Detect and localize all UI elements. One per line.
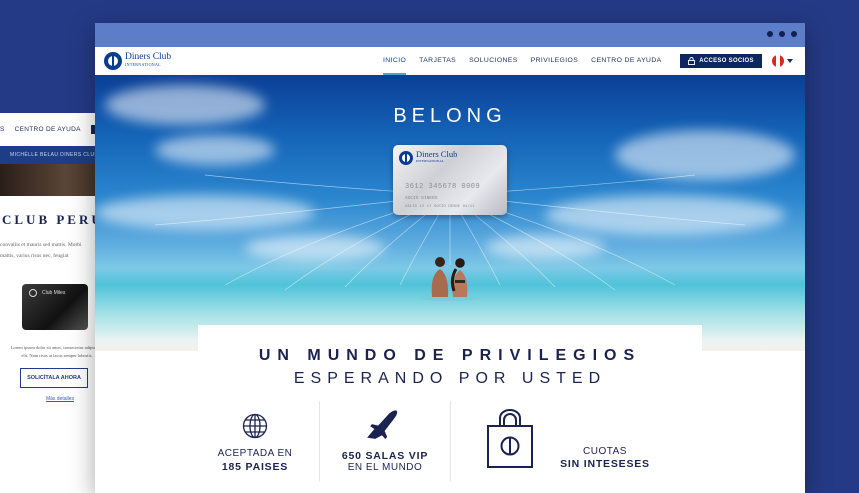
card-holder: SOCIO DINERS <box>405 196 438 201</box>
feature-bag <box>480 399 540 474</box>
back-navbar: S CENTRO DE AYUDA <box>0 113 110 146</box>
logo-line1: Diners Club <box>125 52 172 62</box>
back-hero-image <box>0 164 110 196</box>
back-body-text: convallis et mauris sed mattis. Morbi ma… <box>0 228 110 262</box>
feature-cuotas: CUOTAS SIN INTESESES <box>550 399 660 470</box>
back-nav-item-centro-de-ayuda[interactable]: CENTRO DE AYUDA <box>15 126 81 133</box>
diners-logo-icon <box>104 52 122 70</box>
back-nav-item[interactable]: S <box>0 126 5 133</box>
feature-divider <box>450 401 451 481</box>
club-miles-card-image: Club Miles <box>22 284 88 330</box>
back-text-line: mattis, varius risus nec, feugiat <box>0 253 69 259</box>
feature-line1: ACEPTADA EN <box>217 448 293 459</box>
globe-icon <box>242 413 268 439</box>
features-row: ACEPTADA EN 185 PAISES 650 SALAS VIP EN … <box>95 399 805 493</box>
solicitala-ahora-button[interactable]: SOLICÍTALA AHORA <box>20 368 88 388</box>
shopping-bag-icon <box>487 409 533 468</box>
diners-card-image: Diners Club INTERNATIONAL 3612 345678 00… <box>393 145 507 215</box>
peru-flag-icon[interactable] <box>772 55 784 67</box>
back-description: Lorem ipsum dolor sit amet, consectetur … <box>10 345 104 358</box>
tagline-panel: UN MUNDO DE PRIVILEGIOS ESPERANDO POR US… <box>198 325 702 405</box>
window-controls <box>767 31 797 37</box>
logo-wordmark: Diners Club INTERNATIONAL <box>125 52 172 69</box>
feature-aceptada: ACEPTADA EN 185 PAISES <box>205 399 305 473</box>
window-dot-icon[interactable] <box>779 31 785 37</box>
main-menu: INICIO TARJETAS SOLUCIONES PRIVILEGIOS C… <box>383 47 675 75</box>
menu-item-inicio[interactable]: INICIO <box>383 47 407 75</box>
background-browser-window: S CENTRO DE AYUDA MICHÈLLE BELAU DINERS … <box>0 113 110 493</box>
card-valid: VALID 12 17 SOCIO DESDE 01/11 <box>405 205 475 209</box>
feature-line1: 650 SALAS VIP <box>341 450 429 462</box>
diners-logo-icon <box>29 289 37 297</box>
airplane-icon <box>367 410 398 440</box>
chevron-down-icon[interactable] <box>787 59 793 63</box>
menu-item-privilegios[interactable]: PRIVILEGIOS <box>531 47 578 75</box>
site-navbar: Diners Club INTERNATIONAL INICIO TARJETA… <box>95 47 805 75</box>
feature-salas-vip: 650 SALAS VIP EN EL MUNDO <box>330 399 440 473</box>
window-dot-icon[interactable] <box>791 31 797 37</box>
acceso-socios-label: ACCESO SOCIOS <box>699 58 754 64</box>
window-titlebar <box>95 23 805 47</box>
feature-line2: EN EL MUNDO <box>347 462 423 473</box>
card-brand-line2: INTERNATIONAL <box>416 159 444 163</box>
lock-icon <box>688 57 696 65</box>
back-banner: MICHÈLLE BELAU DINERS CLUB <box>0 146 110 164</box>
back-page-title: CLUB PERÚ <box>2 212 104 227</box>
card-brand: Diners Club INTERNATIONAL <box>416 149 458 165</box>
acceso-socios-button[interactable]: ACCESO SOCIOS <box>680 54 762 68</box>
card-label: Club Miles <box>42 290 66 296</box>
couple-on-beach-image <box>420 257 480 301</box>
menu-item-centro-de-ayuda[interactable]: CENTRO DE AYUDA <box>591 47 661 75</box>
feature-line1: CUOTAS <box>583 446 627 457</box>
browser-window: Diners Club INTERNATIONAL INICIO TARJETA… <box>95 23 805 493</box>
diners-club-logo[interactable]: Diners Club INTERNATIONAL <box>104 52 171 70</box>
diners-logo-icon <box>399 151 413 165</box>
hero-title: BELONG <box>393 105 507 127</box>
tagline-line1: UN MUNDO DE PRIVILEGIOS <box>258 347 642 364</box>
feature-divider <box>319 401 320 481</box>
back-text-line: convallis et mauris sed mattis. Morbi <box>0 242 82 248</box>
card-number: 3612 345678 0009 <box>405 183 481 191</box>
logo-line2: INTERNATIONAL <box>125 62 161 67</box>
tagline-line2: ESPERANDO POR USTED <box>293 370 607 387</box>
window-dot-icon[interactable] <box>767 31 773 37</box>
menu-item-soluciones[interactable]: SOLUCIONES <box>469 47 518 75</box>
card-brand-line1: Diners Club <box>416 149 458 159</box>
feature-line2: 185 PAISES <box>221 461 289 473</box>
mas-detalles-link[interactable]: Más detalles <box>0 388 110 402</box>
hero-banner: BELONG Diners Club INTERNATIONAL 3612 34… <box>95 75 805 351</box>
menu-item-tarjetas[interactable]: TARJETAS <box>419 47 456 75</box>
feature-line2: SIN INTESESES <box>560 458 650 470</box>
